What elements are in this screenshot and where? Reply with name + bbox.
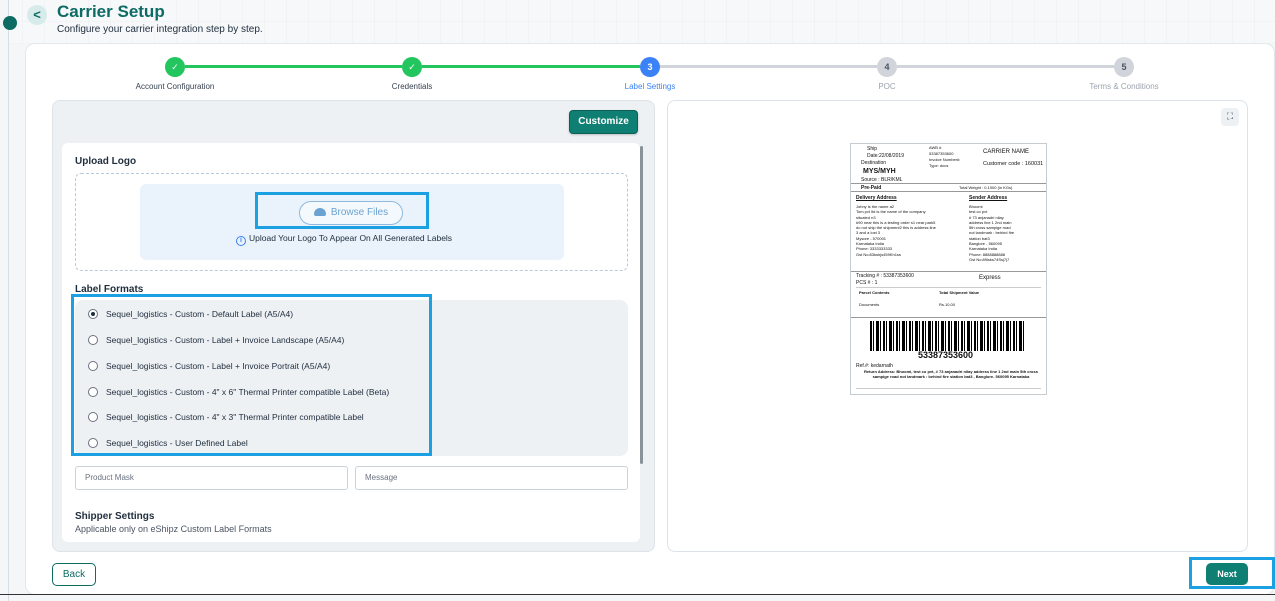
service-type: Express: [979, 275, 1001, 281]
divider: [851, 183, 1046, 184]
header-back-icon[interactable]: <: [27, 5, 47, 25]
step-2-check-icon[interactable]: ✓: [402, 57, 422, 77]
upload-hint-text: Upload Your Logo To Appear On All Genera…: [249, 233, 453, 243]
type-label: Type: docs: [929, 163, 949, 168]
carrier-name: CARRIER NAME: [983, 149, 1030, 155]
product-mask-input[interactable]: Product Mask: [75, 466, 348, 490]
customize-button[interactable]: Customize: [569, 110, 638, 134]
highlight-browse-files: [255, 192, 429, 229]
page-subtitle: Configure your carrier integration step …: [57, 24, 263, 35]
sender-address: Bhoomi test co pvt # 73 anjanadri nilay …: [969, 204, 1015, 262]
total-value-label: Total Shipment Value: [939, 290, 980, 295]
total-value: Rs.10.00: [939, 302, 956, 307]
tracking-number: Tracking # : 53387353600: [856, 273, 914, 279]
divider: [851, 191, 1046, 192]
customer-code: Customer code : 160031: [983, 161, 1044, 167]
divider: [851, 271, 1046, 272]
sidebar-toggle-dot[interactable]: [3, 16, 17, 30]
step-5-label: Terms & Conditions: [1089, 82, 1159, 91]
divider: [856, 388, 1041, 389]
shipper-settings-heading: Shipper Settings: [75, 511, 155, 522]
barcode-number: 53387353600: [918, 350, 974, 360]
divider: [851, 317, 1046, 318]
step-5-indicator[interactable]: 5: [1114, 57, 1134, 77]
info-icon: i: [236, 236, 246, 246]
destination-code: MYS/MYH: [863, 168, 896, 175]
highlight-label-formats: [71, 294, 432, 456]
step-3-label: Label Settings: [624, 82, 676, 91]
shipper-settings-subtext: Applicable only on eShipz Custom Label F…: [75, 524, 272, 534]
scrollbar-thumb[interactable]: [640, 146, 643, 464]
step-1-check-icon[interactable]: ✓: [165, 57, 185, 77]
parcel-contents-label: Parcel Contents: [859, 290, 890, 295]
upload-hint: i Upload Your Logo To Appear On All Gener…: [236, 233, 452, 246]
delivery-heading: Delivery Address: [856, 195, 897, 201]
page-title: Carrier Setup: [57, 2, 165, 21]
stepper-line-3: [660, 65, 877, 68]
header-background: [0, 0, 1275, 44]
barcode: [870, 321, 1026, 351]
step-4-label: POC: [878, 82, 896, 91]
return-address: Return Address: Bhoomi, test co pvt, # 7…: [864, 369, 1038, 379]
bottom-border: [0, 594, 1275, 595]
ship-label: Ship: [867, 146, 878, 152]
stepper-line-4: [897, 65, 1114, 68]
pcs-count: PCS # : 1: [856, 280, 878, 286]
page: < Carrier Setup Configure your carrier i…: [0, 0, 1275, 601]
highlight-next: [1189, 557, 1275, 589]
step-1-label: Account Configuration: [135, 82, 215, 91]
stepper-line-1: [185, 65, 402, 68]
parcel-contents: Documents: [859, 302, 880, 307]
destination-label: Destination: [861, 160, 887, 166]
upload-logo-heading: Upload Logo: [75, 156, 137, 167]
ship-date: Date:22/08/2019: [867, 153, 904, 159]
sender-heading: Sender Address: [969, 195, 1008, 201]
stepper-line-2: [422, 65, 640, 68]
step-4-indicator[interactable]: 4: [877, 57, 897, 77]
step-3-indicator[interactable]: 3: [640, 57, 660, 77]
expand-icon[interactable]: ⛶: [1221, 108, 1239, 126]
back-button[interactable]: Back: [52, 563, 96, 586]
step-2-label: Credentials: [391, 82, 433, 91]
delivery-address: Johny is the name a2 Tom pvt ltd is the …: [856, 204, 936, 257]
divider: [856, 287, 1041, 288]
sidebar-edge: [0, 0, 9, 601]
message-input[interactable]: Message: [355, 466, 628, 490]
